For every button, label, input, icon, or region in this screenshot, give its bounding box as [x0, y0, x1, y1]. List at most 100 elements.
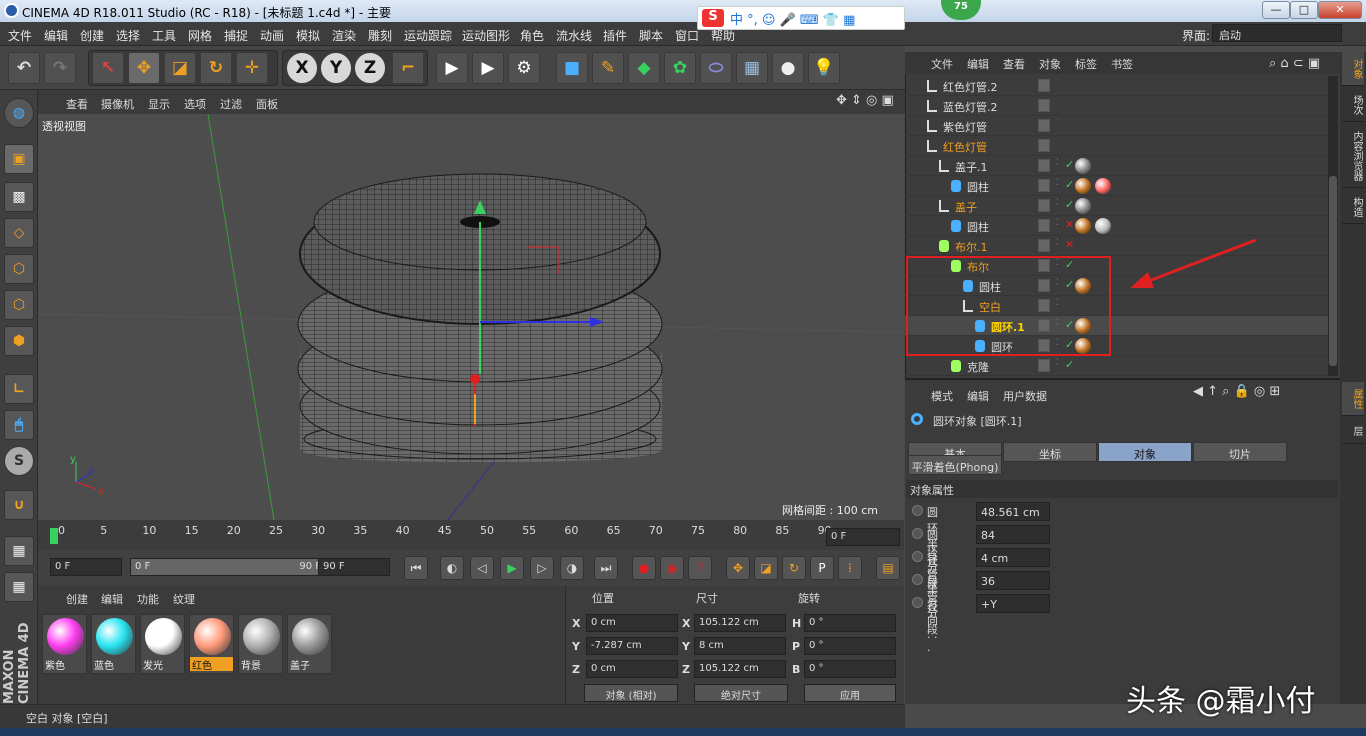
editor-render-dots-icon[interactable]: ⁚: [1056, 78, 1059, 88]
attr-menu-mode[interactable]: 模式: [931, 388, 953, 404]
menu-character[interactable]: 角色: [520, 27, 544, 44]
enabled-check-icon[interactable]: ✕: [1065, 218, 1074, 231]
material-tag-icon[interactable]: [1075, 158, 1091, 174]
object-row[interactable]: 圆柱 ⁚ ✓: [905, 176, 1335, 196]
vp-menu-display[interactable]: 显示: [148, 96, 170, 112]
rotate-tool-icon[interactable]: ↻: [200, 52, 232, 84]
polygons-mode-icon[interactable]: ⬢: [4, 326, 34, 356]
layer-visibility-icon[interactable]: [1038, 199, 1050, 212]
menu-sculpt[interactable]: 雕刻: [368, 27, 392, 44]
object-scrollbar[interactable]: [1328, 76, 1338, 376]
layer-visibility-icon[interactable]: [1038, 179, 1050, 192]
editor-render-dots-icon[interactable]: ⁚: [1056, 358, 1059, 368]
editor-render-dots-icon[interactable]: ⁚: [1056, 158, 1059, 168]
menu-file[interactable]: 文件: [8, 27, 32, 44]
cube-icon[interactable]: ■: [556, 52, 588, 84]
menu-pipeline[interactable]: 流水线: [556, 27, 592, 44]
layer-visibility-icon[interactable]: [1038, 219, 1050, 232]
enabled-check-icon[interactable]: ✓: [1065, 178, 1074, 191]
obj-search-icons[interactable]: ⌕ ⌂ ⊂ ▣: [1269, 56, 1320, 71]
tab-content-browser[interactable]: 内容浏览器: [1342, 124, 1364, 188]
material-item[interactable]: 红色: [189, 614, 234, 674]
vp-menu-options[interactable]: 选项: [184, 96, 206, 112]
timeline[interactable]: 0 5 10 15 20 25 30 35 40 45 50 55 60 65 70 75 80 85 90 0 F: [38, 520, 904, 550]
light-icon[interactable]: 💡: [808, 52, 840, 84]
layer-visibility-icon[interactable]: [1038, 119, 1050, 132]
animate-radio-icon[interactable]: [912, 551, 923, 562]
deformer-icon[interactable]: ⬭: [700, 52, 732, 84]
menu-simulate[interactable]: 模拟: [296, 27, 320, 44]
object-row[interactable]: 紫色灯管 ⁚: [905, 116, 1335, 136]
move-tool-icon[interactable]: ✥: [128, 52, 160, 84]
rotation-field[interactable]: 0 °: [804, 614, 896, 632]
menu-motion-tracking[interactable]: 运动跟踪: [404, 27, 452, 44]
editor-render-dots-icon[interactable]: ⁚: [1056, 138, 1059, 148]
floor-icon[interactable]: ▦: [736, 52, 768, 84]
object-row[interactable]: 圆柱 ⁚ ✕: [905, 216, 1335, 236]
property-value[interactable]: 4 cm: [976, 548, 1050, 567]
attr-menu-edit[interactable]: 编辑: [967, 388, 989, 404]
object-name[interactable]: 紫色灯管: [943, 119, 987, 135]
key-help-icon[interactable]: ?: [688, 556, 712, 580]
model-mode-icon[interactable]: ▣: [4, 144, 34, 174]
record-icon[interactable]: ●: [632, 556, 656, 580]
select-tool-icon[interactable]: ↖: [92, 52, 124, 84]
animate-radio-icon[interactable]: [912, 574, 923, 585]
playhead[interactable]: [50, 528, 58, 544]
tab-objects[interactable]: 对象: [1342, 52, 1364, 86]
timeline-window-icon[interactable]: ▤: [876, 556, 900, 580]
editor-render-dots-icon[interactable]: ⁚: [1056, 238, 1059, 248]
undo-button[interactable]: ↶: [8, 52, 40, 84]
next-key-icon[interactable]: ◑: [560, 556, 584, 580]
layer-visibility-icon[interactable]: [1038, 239, 1050, 252]
tab-attributes[interactable]: 属性: [1342, 382, 1364, 416]
tab-structure[interactable]: 构造: [1342, 190, 1364, 224]
menu-window[interactable]: 窗口: [675, 27, 699, 44]
scrollbar-thumb[interactable]: [1329, 176, 1337, 366]
menu-plugins[interactable]: 插件: [603, 27, 627, 44]
object-row[interactable]: 蓝色灯管.2 ⁚: [905, 96, 1335, 116]
attr-menu-userdata[interactable]: 用户数据: [1003, 388, 1047, 404]
animate-radio-icon[interactable]: [912, 597, 923, 608]
start-frame-field[interactable]: 0 F: [50, 558, 122, 576]
menu-snap[interactable]: 捕捉: [224, 27, 248, 44]
apply-button[interactable]: 应用: [804, 684, 896, 702]
object-name[interactable]: 盖子.1: [955, 159, 988, 175]
object-name[interactable]: 圆柱: [967, 179, 989, 195]
object-name[interactable]: 红色灯管: [943, 139, 987, 155]
material-tag-icon[interactable]: [1075, 198, 1091, 214]
magnet-icon[interactable]: ∪: [4, 490, 34, 520]
menu-mograph[interactable]: 运动图形: [462, 27, 510, 44]
object-row[interactable]: 盖子 ⁚ ✓: [905, 196, 1335, 216]
obj-menu-object[interactable]: 对象: [1039, 56, 1061, 72]
ime-toolbar[interactable]: S 中 °, ☺ 🎤 ⌨ 👕 ▦: [697, 6, 905, 30]
object-row[interactable]: 红色灯管.2 ⁚: [905, 76, 1335, 96]
editor-render-dots-icon[interactable]: ⁚: [1056, 178, 1059, 188]
prev-frame-icon[interactable]: ◁: [470, 556, 494, 580]
material-tag-icon[interactable]: [1095, 178, 1111, 194]
key-param-icon[interactable]: P: [810, 556, 834, 580]
coord-mode-select[interactable]: 对象 (相对): [584, 684, 678, 702]
animate-radio-icon[interactable]: [912, 528, 923, 539]
vp-menu-view[interactable]: 查看: [66, 96, 88, 112]
cloner-icon[interactable]: ✿: [664, 52, 696, 84]
material-item[interactable]: 发光: [140, 614, 185, 674]
go-end-icon[interactable]: ⏭: [594, 556, 618, 580]
layer-visibility-icon[interactable]: [1038, 79, 1050, 92]
material-item[interactable]: 盖子: [287, 614, 332, 674]
obj-menu-tag[interactable]: 标签: [1075, 56, 1097, 72]
size-field[interactable]: 105.122 cm: [694, 660, 786, 678]
editor-render-dots-icon[interactable]: ⁚: [1056, 118, 1059, 128]
texture-mode-icon[interactable]: ▩: [4, 182, 34, 212]
property-value[interactable]: 36: [976, 571, 1050, 590]
material-tag-icon[interactable]: [1075, 218, 1091, 234]
layer-visibility-icon[interactable]: [1038, 159, 1050, 172]
tab-takes[interactable]: 场次: [1342, 88, 1364, 122]
property-value[interactable]: +Y: [976, 594, 1050, 613]
obj-menu-edit[interactable]: 编辑: [967, 56, 989, 72]
obj-menu-file[interactable]: 文件: [931, 56, 953, 72]
obj-menu-view[interactable]: 查看: [1003, 56, 1025, 72]
range-slider[interactable]: 0 F 90 F: [130, 558, 326, 576]
minimize-button[interactable]: —: [1262, 1, 1290, 19]
object-row[interactable]: 盖子.1 ⁚ ✓: [905, 156, 1335, 176]
